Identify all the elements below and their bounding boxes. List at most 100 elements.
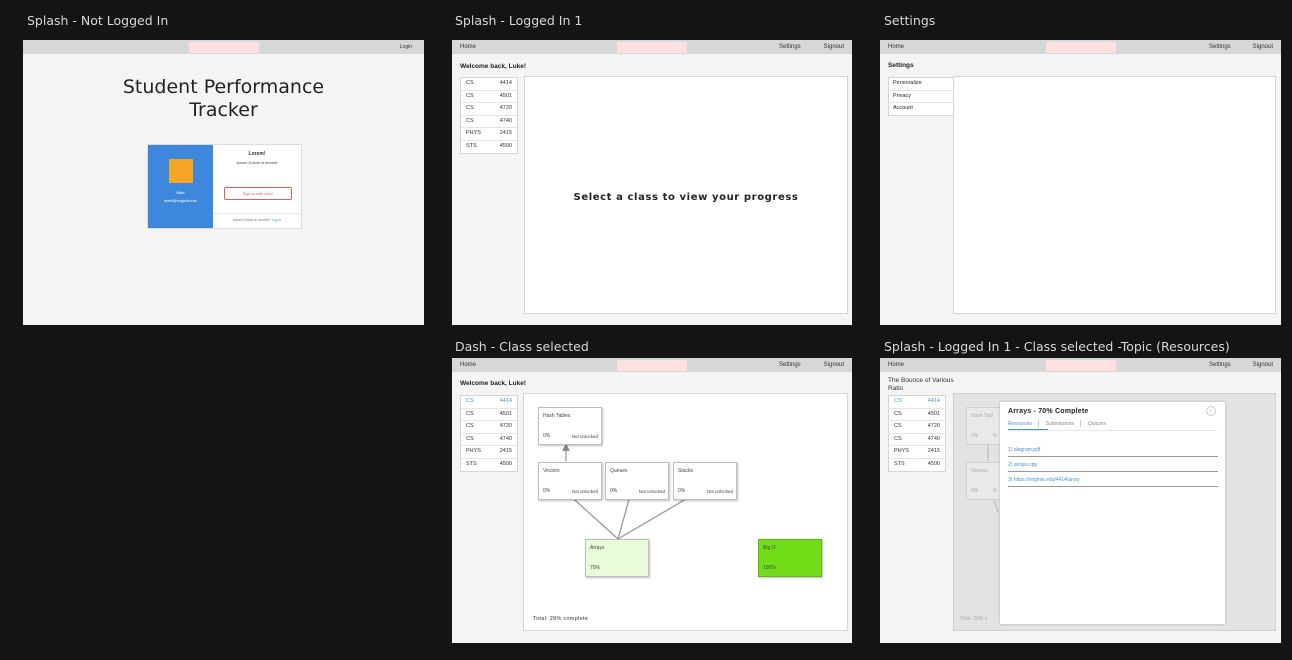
resource-link[interactable]: 1) diagram.pdf <box>1008 444 1218 457</box>
settings-menu-personalize[interactable]: Personalize <box>889 78 953 91</box>
class-item[interactable]: CS 4501 <box>461 91 517 104</box>
select-class-prompt: Select a class to view your progress <box>573 192 799 203</box>
top-bar: Login <box>23 40 424 54</box>
frame-title-logged-in: Splash - Logged In 1 <box>455 13 583 28</box>
class-item[interactable]: STS 4500 <box>461 141 517 153</box>
topic-node-big-o[interactable]: Big O 100% <box>758 539 822 577</box>
frame-title-topic: Splash - Logged In 1 - Class selected -T… <box>884 339 1230 354</box>
welcome-message: Welcome back, Luke! <box>460 63 526 70</box>
dimmed-total-progress: Total: 28% c <box>960 616 988 622</box>
dimmed-connector <box>993 499 999 513</box>
logo-placeholder <box>1046 42 1116 53</box>
nav-home[interactable]: Home <box>460 44 476 50</box>
class-item[interactable]: PHYS 2415 <box>461 128 517 141</box>
tab-resources[interactable]: Resources <box>1008 421 1032 427</box>
topic-page-title-line-2: Ratio <box>888 384 904 392</box>
class-item-selected[interactable]: CS 4414 <box>889 396 945 409</box>
settings-menu-privacy[interactable]: Privacy <box>889 91 953 103</box>
tab-divider <box>1038 420 1040 427</box>
nav-settings[interactable]: Settings <box>1209 362 1231 368</box>
total-progress: Total: 28% complete <box>533 616 589 622</box>
class-item[interactable]: PHYS 2415 <box>889 446 945 459</box>
tabs-divider <box>1008 430 1217 431</box>
nav-settings[interactable]: Settings <box>779 44 801 50</box>
class-item[interactable]: CS 4720 <box>461 421 517 434</box>
card-footer: Ipsum Dolum si ammet? Log in <box>213 218 301 222</box>
topic-node-hash-tables[interactable]: Hash Tables 0% Not unlocked <box>538 407 602 445</box>
modal-tabs: Resources Submissions Quizzes <box>1008 420 1106 427</box>
card-subheading: Ipsum Dolum si ammet <box>236 160 278 165</box>
top-bar: Home Settings Signout <box>880 358 1281 372</box>
tab-submissions[interactable]: Submissions <box>1046 421 1074 427</box>
app-title-line-1: Student Performance <box>122 76 325 98</box>
topic-node-stacks[interactable]: Stacks 0% Not unlocked <box>673 462 737 500</box>
topic-node-vectors[interactable]: Vectors 0% Not unlocked <box>538 462 602 500</box>
frame-settings: Home Settings Signout Settings Personali… <box>880 40 1281 325</box>
nav-signout[interactable]: Signout <box>824 362 844 368</box>
class-list: CS 4414 CS 4501 CS 4720 CS 4740 PHYS 2415 STS… <box>460 395 518 472</box>
logo-placeholder <box>1046 360 1116 371</box>
tab-divider <box>1080 420 1082 427</box>
avatar <box>169 159 193 183</box>
topic-page-title: The Bounce of Various Ratio <box>888 377 954 392</box>
resource-link[interactable]: 3) https://virginia.edu/4414/array <box>1008 474 1218 487</box>
sign-in-button[interactable]: Sign in with Univ! <box>224 187 292 200</box>
class-item-selected[interactable]: CS 4414 <box>461 396 517 409</box>
login-card: Mike mark@virginia.edu Lorem! Ipsum Dolu… <box>147 144 302 229</box>
class-item[interactable]: CS 4720 <box>889 421 945 434</box>
nav-signout[interactable]: Signout <box>1253 362 1273 368</box>
content-panel: Select a class to view your progress <box>524 76 848 314</box>
nav-signout[interactable]: Signout <box>1253 44 1273 50</box>
nav-signout[interactable]: Signout <box>824 44 844 50</box>
frame-dash: Home Settings Signout Welcome back, Luke… <box>452 358 852 643</box>
topic-page-title-line-1: The Bounce of Various <box>888 377 954 384</box>
topic-graph-panel: Hash Tables 0% Not unlocked Vectors 0% N… <box>523 393 848 631</box>
frame-topic-resources: Home Settings Signout The Bounce of Vari… <box>880 358 1281 643</box>
class-item[interactable]: CS 4501 <box>461 409 517 422</box>
class-item[interactable]: CS 4740 <box>461 116 517 129</box>
card-divider <box>213 213 301 214</box>
frame-logged-in: Home Settings Signout Welcome back, Luke… <box>452 40 852 325</box>
top-bar: Home Settings Signout <box>880 40 1281 54</box>
frame-title-dash: Dash - Class selected <box>455 339 589 354</box>
settings-menu-account[interactable]: Account <box>889 103 953 115</box>
nav-settings[interactable]: Settings <box>779 362 801 368</box>
topic-node-queues[interactable]: Queues 0% Not unlocked <box>605 462 669 500</box>
class-list: CS 4414 CS 4501 CS 4720 CS 4740 PHYS 2415 STS… <box>888 395 946 472</box>
topic-node-arrays[interactable]: Arrays 70% <box>585 539 649 577</box>
class-item[interactable]: CS 4720 <box>461 103 517 116</box>
logo-placeholder <box>617 360 687 371</box>
class-item[interactable]: STS 4500 <box>889 459 945 471</box>
nav-home[interactable]: Home <box>888 44 904 50</box>
app-title-line-2: Tracker <box>189 99 258 121</box>
frame-title-settings: Settings <box>884 13 936 28</box>
user-name: Mike <box>176 190 185 195</box>
welcome-message: Welcome back, Luke! <box>460 380 526 387</box>
logo-placeholder <box>189 42 259 53</box>
nav-home[interactable]: Home <box>460 362 476 368</box>
resource-link[interactable]: 2) arrays.cpp <box>1008 459 1218 472</box>
close-icon[interactable]: x <box>1206 406 1216 416</box>
class-item[interactable]: CS 4414 <box>461 78 517 91</box>
nav-home[interactable]: Home <box>888 362 904 368</box>
app-title: Student Performance Tracker <box>23 76 424 122</box>
nav-settings[interactable]: Settings <box>1209 44 1231 50</box>
tab-quizzes[interactable]: Quizzes <box>1088 421 1106 427</box>
top-bar: Home Settings Signout <box>452 358 852 372</box>
top-bar: Home Settings Signout <box>452 40 852 54</box>
class-item[interactable]: STS 4500 <box>461 459 517 471</box>
class-list: CS 4414 CS 4501 CS 4720 CS 4740 PHYS 2415 STS… <box>460 77 518 154</box>
resource-list: 1) diagram.pdf 2) arrays.cpp 3) https://… <box>1008 444 1218 487</box>
class-item[interactable]: PHYS 2415 <box>461 446 517 459</box>
class-item[interactable]: CS 4740 <box>461 434 517 447</box>
user-email: mark@virginia.edu <box>163 198 198 203</box>
settings-heading: Settings <box>888 62 914 69</box>
class-item[interactable]: CS 4501 <box>889 409 945 422</box>
class-item[interactable]: CS 4740 <box>889 434 945 447</box>
login-card-side: Mike mark@virginia.edu <box>148 145 213 228</box>
card-footer-link[interactable]: Log in <box>272 218 282 222</box>
login-link[interactable]: Login <box>400 44 412 50</box>
card-footer-text: Ipsum Dolum si ammet? <box>232 218 271 222</box>
frame-splash-not-logged-in: Login Student Performance Tracker Mike m… <box>23 40 424 325</box>
topic-modal: Arrays - 70% Complete x Resources Submis… <box>1000 402 1225 624</box>
